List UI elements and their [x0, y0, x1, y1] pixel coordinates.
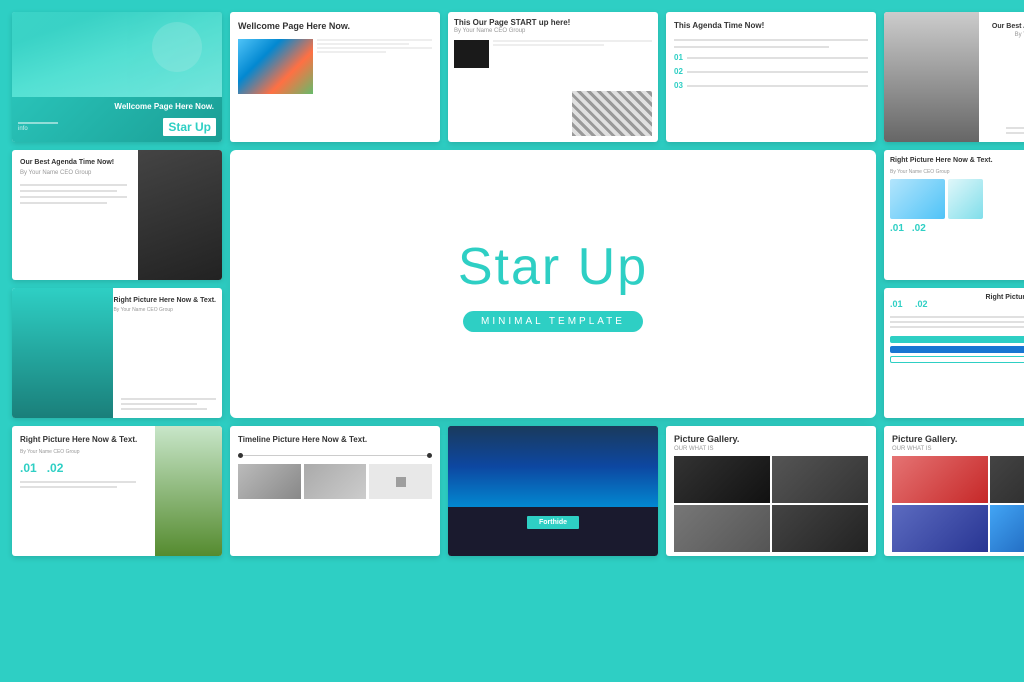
slide7-num1: .01 — [890, 223, 904, 234]
slide-1[interactable]: Wellcome Page Here Now. info Star Up — [12, 12, 222, 142]
slide-6[interactable]: Our Best Agenda Time Now! By Your Name C… — [12, 150, 222, 280]
slide1-logo: Star Up — [163, 118, 216, 136]
slide9-title: Right Picture Here Now & Text. — [985, 294, 1024, 312]
gallery-photo-3 — [674, 505, 770, 552]
slide14-subtitle: OUR WHAT IS — [892, 446, 1024, 452]
slide7-title: Right Picture Here Now & Text. — [890, 156, 1024, 165]
hero-title: Star Up — [458, 237, 648, 297]
gallery2-photo-2 — [990, 456, 1024, 503]
slide-14[interactable]: Picture Gallery. OUR WHAT IS — [884, 426, 1024, 556]
slide-4[interactable]: This Agenda Time Now! 01 02 03 — [666, 12, 876, 142]
slide3-title: This Our Page START up here! — [454, 18, 652, 28]
slide6-subtitle: By Your Name CEO Group — [20, 170, 214, 176]
gallery-photo-1 — [674, 456, 770, 503]
slide4-title: This Agenda Time Now! — [674, 20, 868, 31]
slide5-title: Our Best Agenda Time Now! — [992, 22, 1024, 32]
slide13-title: Picture Gallery. — [674, 434, 868, 444]
gallery-photo-4 — [772, 505, 868, 552]
slide9-num1: .01 — [890, 299, 903, 309]
hero-center: Star Up MINIMAL TEMPLATE — [230, 150, 876, 418]
slide7-num2: .02 — [912, 223, 926, 234]
gallery-photo-2 — [772, 456, 868, 503]
slide10-num1: .01 — [20, 461, 37, 475]
slide2-title: Wellcome Page Here Now. — [238, 20, 432, 33]
slide-10[interactable]: Right Picture Here Now & Text. By Your N… — [12, 426, 222, 556]
slide7-subtitle: By Your Name CEO Group — [890, 169, 1024, 175]
slide1-title: Wellcome Page Here Now. — [114, 102, 214, 112]
slide12-label: Forthide — [527, 516, 579, 529]
slide-11[interactable]: Timeline Picture Here Now & Text. — [230, 426, 440, 556]
slide-5[interactable]: Our Best Agenda Time Now! By Your Name C… — [884, 12, 1024, 142]
slides-grid: Wellcome Page Here Now. info Star Up Wel… — [12, 12, 1012, 670]
slide3-subtitle: By Your Name CEO Group — [454, 28, 652, 34]
slide-13[interactable]: Picture Gallery. OUR WHAT IS — [666, 426, 876, 556]
slide14-title: Picture Gallery. — [892, 434, 1024, 444]
slide-8[interactable]: Right Picture Here Now & Text. By Your N… — [12, 288, 222, 418]
slide-2[interactable]: Wellcome Page Here Now. — [230, 12, 440, 142]
slide-7[interactable]: Right Picture Here Now & Text. By Your N… — [884, 150, 1024, 280]
slide8-title: Right Picture Here Now & Text. — [113, 296, 216, 305]
main-container: Wellcome Page Here Now. info Star Up Wel… — [0, 0, 1024, 682]
slide6-title: Our Best Agenda Time Now! — [20, 158, 214, 168]
gallery2-photo-1 — [892, 456, 988, 503]
slide13-subtitle: OUR WHAT IS — [674, 446, 868, 452]
slide-9[interactable]: .01 .02 Right Picture Here Now & Text. — [884, 288, 1024, 418]
slide8-subtitle: By Your Name CEO Group — [113, 307, 216, 313]
slide9-num2: .02 — [915, 299, 928, 309]
slide11-title: Timeline Picture Here Now & Text. — [238, 434, 432, 445]
gallery2-photo-3 — [892, 505, 988, 552]
slide-3[interactable]: This Our Page START up here! By Your Nam… — [448, 12, 658, 142]
gallery2-photo-4 — [990, 505, 1024, 552]
slide-12[interactable]: Forthide — [448, 426, 658, 556]
slide10-num2: .02 — [47, 461, 64, 475]
slide5-subtitle: By Your Name CEO Group — [992, 32, 1024, 38]
hero-subtitle: MINIMAL TEMPLATE — [463, 311, 643, 332]
